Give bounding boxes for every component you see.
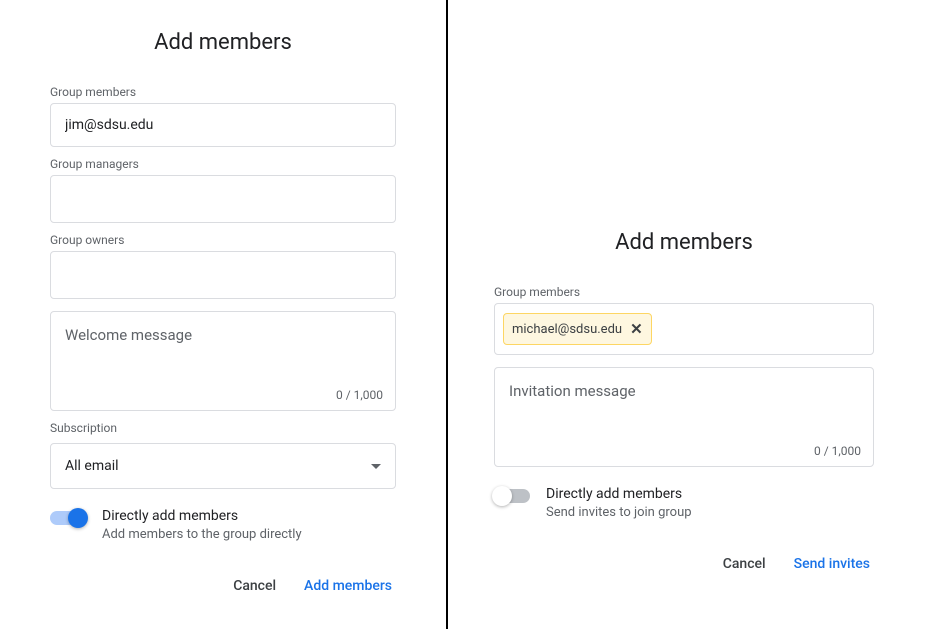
group-members-chip-input[interactable]: michael@sdsu.edu ✕	[494, 303, 874, 355]
chevron-down-icon	[371, 464, 381, 469]
toggle-title: Directly add members	[546, 485, 692, 505]
toggle-knob	[68, 508, 88, 528]
group-owners-label: Group owners	[50, 233, 396, 247]
subscription-select[interactable]: All email	[50, 443, 396, 489]
char-counter: 0 / 1,000	[814, 444, 861, 458]
subscription-value: All email	[65, 458, 119, 474]
add-members-invite-pane: Add members Group members michael@sdsu.e…	[446, 0, 934, 629]
send-invites-button[interactable]: Send invites	[790, 548, 874, 580]
group-managers-input[interactable]	[50, 175, 396, 223]
invitation-message-textarea[interactable]: Invitation message 0 / 1,000	[494, 367, 874, 467]
toggle-subtitle: Add members to the group directly	[102, 527, 302, 542]
action-button-row: Cancel Send invites	[494, 548, 874, 580]
toggle-title: Directly add members	[102, 507, 302, 527]
welcome-message-placeholder: Welcome message	[65, 326, 192, 344]
invitation-message-placeholder: Invitation message	[509, 382, 636, 400]
group-members-label: Group members	[494, 285, 874, 299]
group-members-label: Group members	[50, 85, 396, 99]
welcome-message-textarea[interactable]: Welcome message 0 / 1,000	[50, 311, 396, 411]
directly-add-toggle-row: Directly add members Send invites to joi…	[494, 485, 874, 520]
cancel-button[interactable]: Cancel	[229, 570, 280, 602]
add-members-direct-pane: Add members Group members Group managers…	[0, 0, 446, 629]
group-managers-label: Group managers	[50, 157, 396, 171]
directly-add-toggle-row: Directly add members Add members to the …	[50, 507, 396, 542]
toggle-knob	[492, 486, 512, 506]
action-button-row: Cancel Add members	[50, 570, 396, 602]
directly-add-toggle[interactable]	[494, 489, 530, 503]
subscription-label: Subscription	[50, 421, 396, 435]
close-icon[interactable]: ✕	[630, 320, 643, 338]
cancel-button[interactable]: Cancel	[719, 548, 770, 580]
toggle-subtitle: Send invites to join group	[546, 505, 692, 520]
group-owners-input[interactable]	[50, 251, 396, 299]
member-chip: michael@sdsu.edu ✕	[503, 313, 652, 345]
page-title: Add members	[50, 30, 396, 55]
directly-add-toggle[interactable]	[50, 511, 86, 525]
chip-email: michael@sdsu.edu	[512, 322, 622, 337]
pane-divider	[446, 0, 448, 629]
page-title: Add members	[494, 230, 874, 255]
group-members-input[interactable]	[50, 103, 396, 147]
add-members-button[interactable]: Add members	[300, 570, 396, 602]
char-counter: 0 / 1,000	[336, 388, 383, 402]
